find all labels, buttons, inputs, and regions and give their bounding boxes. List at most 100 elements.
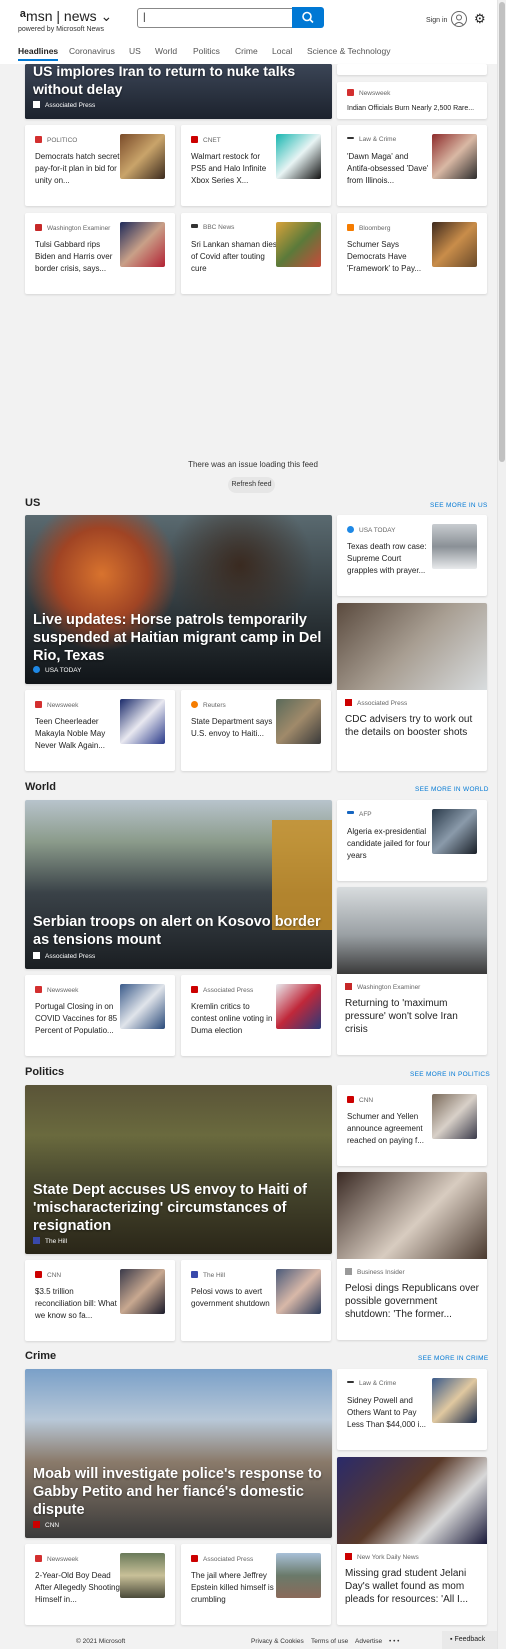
tab-world[interactable]: World <box>155 46 177 56</box>
politico-logo-icon <box>35 136 42 143</box>
card-title: State Department says U.S. envoy to Hait… <box>191 717 273 738</box>
avatar-icon[interactable] <box>451 11 467 27</box>
card-bbc[interactable]: BBC News Sri Lankan shaman dies of Covid… <box>181 213 331 294</box>
cnn-logo-icon <box>35 1271 42 1278</box>
search-button[interactable] <box>292 7 324 28</box>
law-crime-logo-icon <box>347 1381 354 1383</box>
card-thumbnail <box>120 1269 165 1314</box>
us-small-card-2[interactable]: Reuters State Department says U.S. envoy… <box>181 690 331 771</box>
tab-science-technology[interactable]: Science & Technology <box>307 46 390 56</box>
search-input[interactable]: | <box>137 8 293 28</box>
crime-hero-card[interactable]: Moab will investigate police's response … <box>25 1369 332 1538</box>
more-options-icon[interactable]: • • • <box>389 1638 399 1645</box>
card-thumbnail <box>432 222 477 267</box>
top-hero-card[interactable]: US implores Iran to return to nuke talks… <box>25 64 332 119</box>
see-more-crime-link[interactable]: SEE MORE IN CRIME <box>418 1355 488 1362</box>
card-thumbnail <box>432 134 477 179</box>
card-title: Teen Cheerleader Makayla Noble May Never… <box>35 717 106 750</box>
privacy-link[interactable]: Privacy & Cookies <box>251 1638 304 1645</box>
card-title: Sidney Powell and Others Want to Pay Les… <box>347 1396 427 1429</box>
us-hero-card[interactable]: Live updates: Horse patrols temporarily … <box>25 515 332 684</box>
examiner-logo-icon <box>35 224 42 231</box>
tab-local[interactable]: Local <box>272 46 292 56</box>
card-title: Schumer Says Democrats Have 'Framework' … <box>347 240 422 273</box>
us-tall-card[interactable]: Associated Press CDC advisers try to wor… <box>337 603 487 771</box>
gear-icon[interactable]: ⚙ <box>474 11 486 27</box>
card-title: CDC advisers try to work out the details… <box>345 714 473 738</box>
card-title: Kremlin critics to contest online voting… <box>191 1002 273 1035</box>
card-title: Tulsi Gabbard rips Biden and Harris over… <box>35 240 113 273</box>
card-politico[interactable]: POLITICO Democrats hatch secret pay-for-… <box>25 125 175 206</box>
crime-small-card-2[interactable]: Associated Press The jail where Jeffrey … <box>181 1544 331 1625</box>
nydn-logo-icon <box>345 1553 352 1560</box>
section-heading-us: US <box>25 497 41 509</box>
side-card-newsweek[interactable]: Newsweek Indian Officials Burn Nearly 2,… <box>337 82 487 119</box>
card-cnet[interactable]: CNET Walmart restock for PS5 and Halo In… <box>181 125 331 206</box>
tab-coronavirus[interactable]: Coronavirus <box>69 46 115 56</box>
politics-side-card[interactable]: CNN Schumer and Yellen announce agreemen… <box>337 1085 487 1166</box>
card-law-crime[interactable]: Law & Crime 'Dawn Maga' and Antifa-obses… <box>337 125 487 206</box>
terms-link[interactable]: Terms of use <box>311 1638 348 1645</box>
card-thumbnail <box>276 134 321 179</box>
card-title: Democrats hatch secret pay-for-it plan i… <box>35 152 120 185</box>
cnn-logo-icon <box>33 1521 40 1528</box>
hero-title: State Dept accuses US envoy to Haiti of … <box>33 1182 307 1234</box>
card-thumbnail <box>120 222 165 267</box>
newsweek-logo-icon <box>35 1555 42 1562</box>
tab-crime[interactable]: Crime <box>235 46 258 56</box>
feedback-button[interactable]: ▪ Feedback <box>442 1631 497 1649</box>
us-side-card[interactable]: USA TODAY Texas death row case: Supreme … <box>337 515 487 596</box>
msn-logo[interactable]: ᵃmsn | news ⌄ <box>20 8 112 26</box>
see-more-politics-link[interactable]: SEE MORE IN POLITICS <box>410 1071 490 1078</box>
card-bloomberg[interactable]: Bloomberg Schumer Says Democrats Have 'F… <box>337 213 487 294</box>
world-small-card-1[interactable]: Newsweek Portugal Closing in on COVID Va… <box>25 975 175 1056</box>
card-thumbnail <box>120 134 165 179</box>
card-washington-examiner[interactable]: Washington Examiner Tulsi Gabbard rips B… <box>25 213 175 294</box>
advertise-link[interactable]: Advertise <box>355 1638 382 1645</box>
card-image <box>337 1172 487 1259</box>
politics-small-card-1[interactable]: CNN $3.5 trillion reconciliation bill: W… <box>25 1260 175 1341</box>
world-small-card-2[interactable]: Associated Press Kremlin critics to cont… <box>181 975 331 1056</box>
hero-source: Associated Press <box>33 101 95 109</box>
see-more-world-link[interactable]: SEE MORE IN WORLD <box>415 786 489 793</box>
card-title: Returning to 'maximum pressure' won't so… <box>345 998 458 1035</box>
ap-logo-icon <box>33 101 40 108</box>
politics-tall-card[interactable]: Business Insider Pelosi dings Republican… <box>337 1172 487 1340</box>
card-title: Missing grad student Jelani Day's wallet… <box>345 1568 469 1605</box>
crime-tall-card[interactable]: New York Daily News Missing grad student… <box>337 1457 487 1625</box>
tab-politics[interactable]: Politics <box>193 46 220 56</box>
politics-small-card-2[interactable]: The Hill Pelosi vows to avert government… <box>181 1260 331 1341</box>
sign-in-link[interactable]: Sign in <box>426 17 447 24</box>
world-side-card[interactable]: AFP Algeria ex-presidential candidate ja… <box>337 800 487 881</box>
section-heading-crime: Crime <box>25 1350 57 1362</box>
reuters-logo-icon <box>191 701 198 708</box>
politics-hero-card[interactable]: State Dept accuses US envoy to Haiti of … <box>25 1085 332 1254</box>
world-hero-card[interactable]: Serbian troops on alert on Kosovo border… <box>25 800 332 969</box>
hero-title: Live updates: Horse patrols temporarily … <box>33 612 322 664</box>
refresh-feed-button[interactable]: Refresh feed <box>228 477 275 493</box>
scrollbar[interactable] <box>497 0 506 1649</box>
ap-logo-icon <box>191 986 198 993</box>
newsweek-logo-icon <box>35 986 42 993</box>
card-title: Walmart restock for PS5 and Halo Infinit… <box>191 152 267 185</box>
tab-headlines[interactable]: Headlines <box>18 46 59 61</box>
see-more-us-link[interactable]: SEE MORE IN US <box>430 502 488 509</box>
card-image <box>337 1457 487 1544</box>
card-title: Portugal Closing in on COVID Vaccines fo… <box>35 1002 118 1035</box>
side-card-partial[interactable] <box>337 64 487 75</box>
tab-us[interactable]: US <box>129 46 141 56</box>
crime-small-card-1[interactable]: Newsweek 2-Year-Old Boy Dead After Alleg… <box>25 1544 175 1625</box>
powered-by-text: powered by Microsoft News <box>18 26 104 33</box>
card-title: 2-Year-Old Boy Dead After Allegedly Shoo… <box>35 1571 120 1604</box>
examiner-logo-icon <box>345 983 352 990</box>
card-thumbnail <box>120 1553 165 1598</box>
newsweek-logo-icon <box>35 701 42 708</box>
crime-side-card[interactable]: Law & Crime Sidney Powell and Others Wan… <box>337 1369 487 1450</box>
scrollbar-thumb[interactable] <box>499 2 505 462</box>
carousel-dots[interactable] <box>140 112 208 119</box>
card-thumbnail <box>432 1094 477 1139</box>
us-small-card-1[interactable]: Newsweek Teen Cheerleader Makayla Noble … <box>25 690 175 771</box>
hero-title: Serbian troops on alert on Kosovo border… <box>33 914 321 948</box>
world-tall-card[interactable]: Washington Examiner Returning to 'maximu… <box>337 887 487 1055</box>
ap-logo-icon <box>345 699 352 706</box>
